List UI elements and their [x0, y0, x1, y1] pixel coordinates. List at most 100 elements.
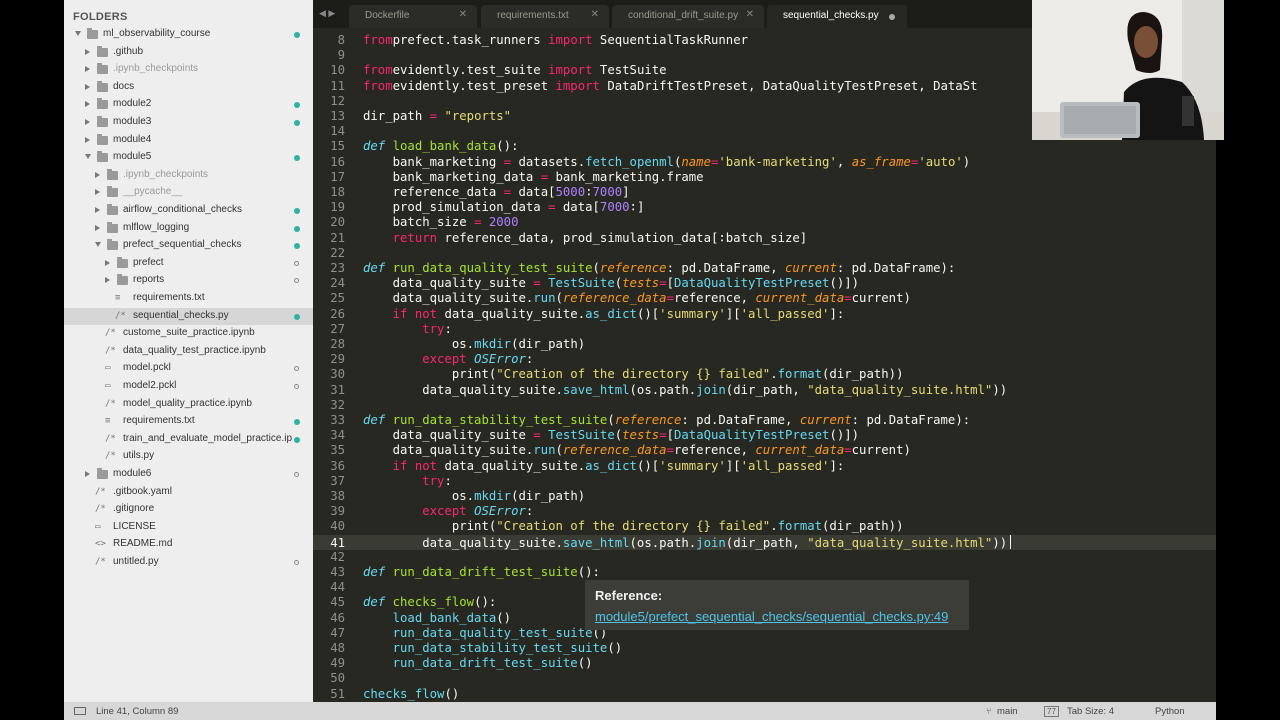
disclosure-closed-icon[interactable]: [85, 471, 90, 477]
folder-icon: [97, 80, 108, 92]
tree-folder[interactable]: ml_observability_course: [64, 26, 313, 44]
tree-folder[interactable]: module3: [64, 114, 313, 132]
tree-file[interactable]: /* model_quality_practice.ipynb: [64, 396, 313, 414]
tree-file[interactable]: /* train_and_evaluate_model_practice.ip: [64, 431, 313, 449]
line-number: 43: [330, 565, 345, 579]
editor-tab[interactable]: sequential_checks.py: [767, 5, 907, 28]
code-line: 40 print("Creation of the directory {} f…: [313, 519, 903, 534]
modified-status-icon: [294, 436, 300, 443]
tree-file[interactable]: /* sequential_checks.py: [64, 307, 313, 326]
tree-folder[interactable]: prefect_sequential_checks: [64, 237, 313, 255]
line-number: 13: [330, 109, 345, 123]
tree-file[interactable]: <> README.md: [64, 536, 313, 554]
tree-folder[interactable]: airflow_conditional_checks: [64, 202, 313, 220]
tree-file[interactable]: ▭ LICENSE: [64, 519, 313, 537]
tree-file[interactable]: /* custome_suite_practice.ipynb: [64, 325, 313, 343]
tree-file[interactable]: ≡ requirements.txt: [64, 413, 313, 431]
tree-item-label: module2: [113, 98, 152, 110]
tree-folder[interactable]: .ipynb_checkpoints: [64, 167, 313, 185]
git-branch[interactable]: main: [997, 706, 1018, 717]
close-tab-icon[interactable]: ✕: [591, 9, 599, 20]
toggle-panel-icon[interactable]: [74, 707, 86, 715]
tree-file[interactable]: ▭ model.pckl: [64, 360, 313, 378]
tree-folder[interactable]: .ipynb_checkpoints: [64, 61, 313, 79]
disclosure-closed-icon[interactable]: [85, 48, 90, 55]
disclosure-closed-icon[interactable]: [85, 83, 90, 90]
changes-badge[interactable]: 77: [1044, 706, 1059, 717]
code-token: as_frame: [851, 154, 911, 169]
code-line: 14: [313, 124, 363, 139]
tree-folder[interactable]: mlflow_logging: [64, 220, 313, 238]
reference-tooltip: Reference: module5/prefect_sequential_ch…: [585, 580, 969, 630]
code-token: [: [666, 276, 674, 291]
tree-file[interactable]: /* .gitbook.yaml: [64, 484, 313, 502]
line-number: 47: [330, 625, 345, 640]
tree-file[interactable]: /* utils.py: [64, 448, 313, 466]
disclosure-open-icon[interactable]: [85, 154, 91, 160]
code-token: ∶]: [629, 200, 645, 215]
code-token: bank_marketing: [363, 154, 504, 169]
code-token: tests: [622, 276, 660, 291]
disclosure-open-icon[interactable]: [75, 31, 81, 36]
editor-tab[interactable]: requirements.txt ✕: [481, 5, 609, 28]
code-token: ()]): [829, 428, 860, 443]
tooltip-reference-link[interactable]: module5/prefect_sequential_checks/sequen…: [595, 609, 948, 624]
disclosure-closed-icon[interactable]: [95, 171, 100, 178]
code-token: save_html: [562, 535, 630, 550]
tree-folder[interactable]: .github: [64, 44, 313, 62]
close-tab-icon[interactable]: ✕: [746, 9, 754, 20]
code-token: 5000: [555, 185, 586, 199]
code-token: format: [777, 367, 823, 382]
code-line: 22: [313, 246, 363, 261]
disclosure-closed-icon[interactable]: [95, 224, 100, 231]
editor-tab[interactable]: conditional_drift_suite.py ✕: [612, 5, 764, 28]
tree-folder[interactable]: reports: [64, 272, 313, 290]
untracked-status-icon: [294, 560, 299, 565]
tree-file[interactable]: ▭ model2.pckl: [64, 378, 313, 396]
code-token: ():: [577, 565, 600, 579]
disclosure-closed-icon[interactable]: [105, 259, 110, 266]
disclosure-closed-icon[interactable]: [85, 119, 90, 125]
tree-item-label: .github: [113, 45, 144, 57]
code-line: 17 bank_marketing_data = bank_marketing.…: [313, 170, 703, 185]
tree-folder[interactable]: prefect: [64, 255, 313, 273]
tab-nav-arrows[interactable]: ◀ ▶: [319, 8, 335, 19]
disclosure-closed-icon[interactable]: [105, 277, 110, 284]
tree-file[interactable]: /* data_quality_test_practice.ipynb: [64, 343, 313, 361]
code-token: data_quality_suite.: [437, 306, 586, 321]
disclosure-open-icon[interactable]: [95, 242, 101, 248]
code-line: 34 data_quality_suite = TestSuite(tests=…: [313, 428, 859, 443]
tree-item-label: train_and_evaluate_model_practice.ip: [123, 432, 293, 444]
tree-folder[interactable]: __pycache__: [64, 184, 313, 202]
syntax-mode[interactable]: Python: [1155, 706, 1185, 717]
disclosure-closed-icon[interactable]: [95, 189, 100, 196]
code-token: batch_size: [363, 215, 475, 230]
code-token: 'bank-marketing': [718, 154, 837, 169]
tree-folder[interactable]: docs: [64, 79, 313, 97]
editor-tab[interactable]: Dockerfile ✕: [349, 5, 477, 28]
code-token: (os.path.: [629, 535, 697, 550]
disclosure-closed-icon[interactable]: [85, 101, 90, 108]
disclosure-closed-icon[interactable]: [95, 207, 100, 213]
code-token: except: [363, 504, 467, 519]
code-token: reference_data, prod_simulation_data[∶ba…: [437, 230, 808, 245]
tree-folder[interactable]: module2: [64, 96, 313, 114]
tree-file[interactable]: /* .gitignore: [64, 501, 313, 519]
tree-file[interactable]: /* untitled.py: [64, 554, 313, 572]
tab-size[interactable]: Tab Size: 4: [1067, 706, 1114, 717]
tree-file[interactable]: ≡ requirements.txt: [64, 290, 313, 308]
tree-folder[interactable]: module4: [64, 132, 313, 150]
close-tab-icon[interactable]: ✕: [459, 9, 467, 20]
disclosure-closed-icon[interactable]: [85, 136, 90, 143]
disclosure-closed-icon[interactable]: [85, 66, 90, 73]
code-token: run_data_drift_test_suite: [392, 656, 578, 671]
code-token: =: [503, 185, 512, 199]
code-token: : pd.DataFrame):: [836, 261, 956, 275]
tree-folder[interactable]: module6: [64, 466, 313, 484]
unsaved-dot-icon[interactable]: [889, 14, 895, 20]
tree-folder[interactable]: module5: [64, 149, 313, 167]
untracked-status-icon: [294, 384, 299, 389]
